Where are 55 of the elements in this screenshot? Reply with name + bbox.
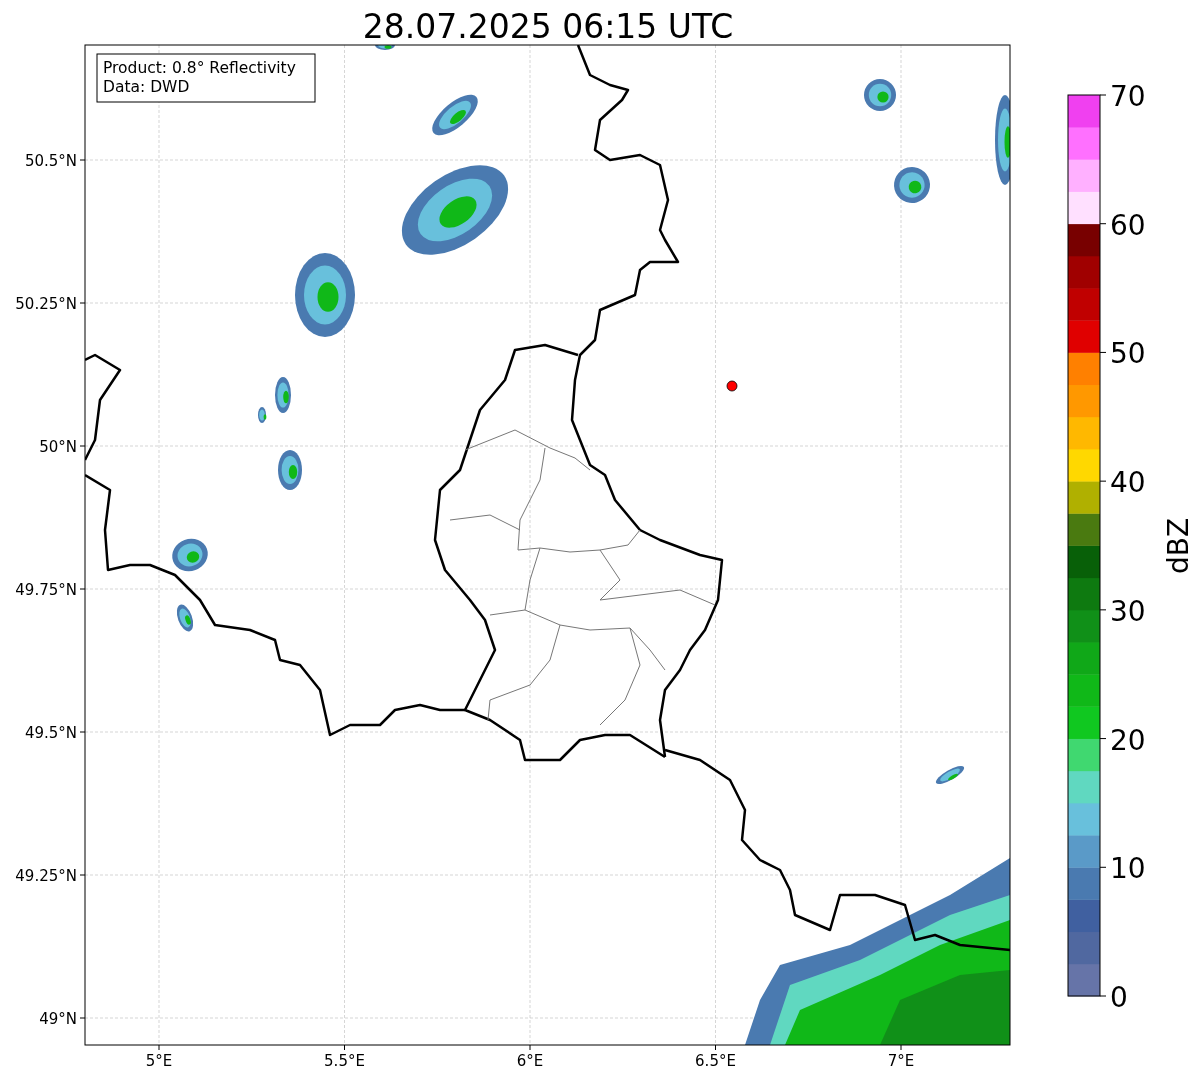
- colorbar-tick-label: 50: [1110, 337, 1146, 371]
- rain-cell-drawing: [176, 604, 194, 632]
- colorbar-tick-label: 70: [1110, 80, 1146, 113]
- axis-tick-label: 49°N: [39, 1010, 77, 1028]
- colorbar-tick-label: 10: [1110, 852, 1146, 886]
- tick-mark: [79, 588, 86, 590]
- tick-mark: [344, 1044, 345, 1051]
- tick-mark: [79, 1017, 86, 1019]
- rain-cell-drawing: [275, 377, 291, 413]
- rain-cell-drawing: [258, 407, 267, 423]
- rain-cell-drawing: [864, 79, 896, 111]
- tick-mark: [900, 1044, 902, 1051]
- tick-mark: [158, 1044, 160, 1051]
- rain-cell-drawing: [375, 45, 395, 50]
- tick-mark: [79, 159, 86, 161]
- legend-text: Data: DWD: [103, 78, 190, 96]
- tick-mark: [1099, 94, 1107, 96]
- axis-tick-label: 49.25°N: [15, 867, 77, 885]
- axis-tick-label: 50.25°N: [15, 295, 77, 313]
- tick-mark: [79, 874, 86, 876]
- colorbar-tick-label: 60: [1110, 208, 1146, 242]
- axis-tick-label: 5.5°E: [324, 1052, 365, 1070]
- tick-mark: [1099, 480, 1107, 482]
- location-marker: [726, 380, 738, 392]
- tick-mark: [1099, 223, 1107, 225]
- axis-tick-label: 49.75°N: [15, 581, 77, 599]
- axis-tick-label: 6°E: [516, 1052, 544, 1070]
- colorbar-tick-label: 30: [1110, 594, 1146, 628]
- rain-cell-drawing: [935, 765, 965, 785]
- legend-text: Product: 0.8° Reflectivity: [103, 59, 296, 77]
- tick-mark: [1099, 995, 1107, 997]
- rain-cell-drawing: [894, 167, 930, 203]
- tick-mark: [79, 302, 86, 304]
- axis-tick-label: 50.5°N: [24, 152, 77, 170]
- tick-mark: [79, 731, 86, 733]
- axis-tick-label: 5°E: [145, 1052, 173, 1070]
- axis-tick-label: 49.5°N: [24, 724, 77, 742]
- tick-mark: [1099, 351, 1107, 353]
- colorbar-tick-label: 20: [1110, 723, 1146, 757]
- tick-mark: [529, 1044, 531, 1051]
- tick-mark: [79, 445, 86, 447]
- tick-mark: [1099, 609, 1107, 611]
- axis-tick-label: 7°E: [887, 1052, 915, 1070]
- rain-cell-drawing: [432, 94, 478, 136]
- axis-tick-label: 50°N: [39, 438, 77, 456]
- tick-mark: [1099, 866, 1107, 868]
- tick-mark: [1099, 738, 1107, 740]
- colorbar-tick-label: 40: [1110, 466, 1146, 500]
- colorbar-label: dBZ: [1162, 517, 1195, 575]
- chart-title: 28.07.2025 06:15 UTC: [362, 7, 734, 46]
- rain-cell-drawing: [278, 450, 302, 490]
- tick-mark: [715, 1044, 716, 1051]
- rain-cell-drawing: [172, 538, 208, 572]
- axis-tick-label: 6.5°E: [695, 1052, 736, 1070]
- colorbar-tick-label: 0: [1110, 981, 1128, 1014]
